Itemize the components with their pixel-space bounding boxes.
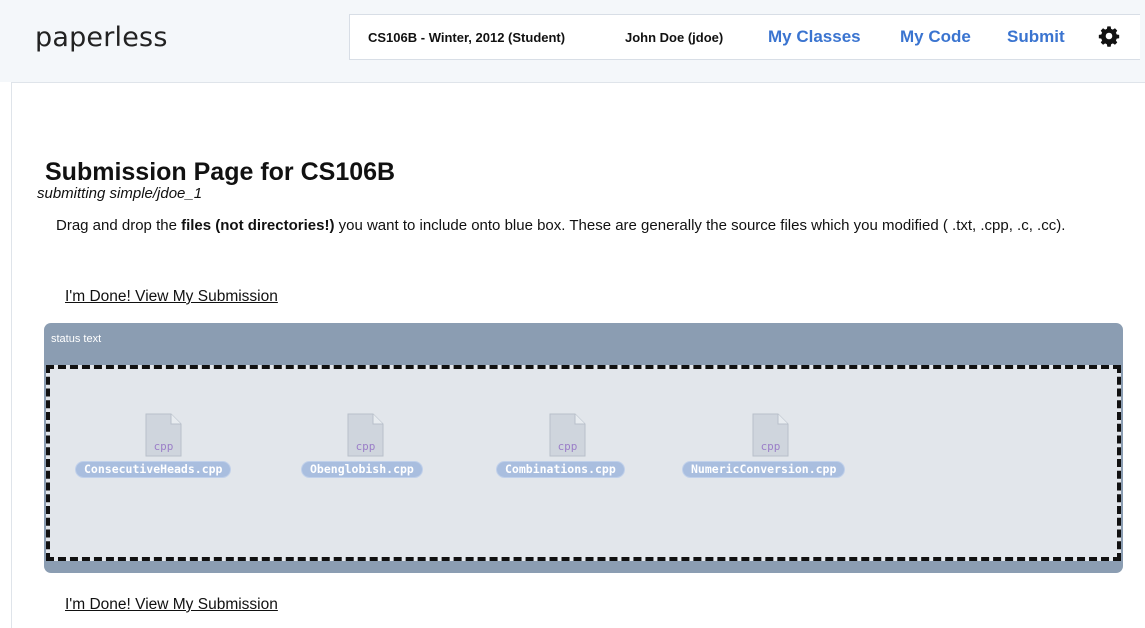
- file-drop-zone[interactable]: cpp ConsecutiveHeads.cpp cpp Obenglobish…: [46, 365, 1121, 561]
- file-name-pill: NumericConversion.cpp: [682, 461, 846, 478]
- page-title: Submission Page for CS106B: [45, 158, 396, 186]
- cpp-file-icon: cpp: [347, 413, 384, 457]
- status-text: status text: [51, 333, 102, 345]
- file-name-pill: ConsecutiveHeads.cpp: [75, 461, 232, 478]
- nav-submit[interactable]: Submit: [1007, 27, 1065, 47]
- instructions-after: you want to include onto blue box. These…: [334, 217, 1066, 234]
- file-ext-label: cpp: [356, 440, 376, 453]
- done-link-top[interactable]: I'm Done! View My Submission: [65, 288, 278, 306]
- app-logo[interactable]: paperless: [35, 22, 168, 53]
- instructions: Drag and drop the files (not directories…: [56, 216, 1106, 236]
- course-selector[interactable]: CS106B - Winter, 2012 (Student): [368, 30, 565, 45]
- file-ext-label: cpp: [154, 440, 174, 453]
- nav-my-classes[interactable]: My Classes: [768, 27, 861, 47]
- nav-bar: CS106B - Winter, 2012 (Student) John Doe…: [349, 14, 1140, 60]
- done-link-bottom[interactable]: I'm Done! View My Submission: [65, 596, 278, 614]
- instructions-bold: files (not directories!): [181, 217, 335, 234]
- instructions-before: Drag and drop the: [56, 217, 182, 234]
- file-name-pill: Combinations.cpp: [496, 461, 625, 478]
- file-name-pill: Obenglobish.cpp: [301, 461, 423, 478]
- cpp-file-icon: cpp: [752, 413, 789, 457]
- file-item-combinations[interactable]: cpp Combinations.cpp: [496, 407, 696, 478]
- cpp-file-icon: cpp: [549, 413, 586, 457]
- drop-panel: status text cpp ConsecutiveHeads.cpp cpp…: [44, 323, 1123, 573]
- gear-icon[interactable]: [1098, 25, 1120, 47]
- nav-my-code[interactable]: My Code: [900, 27, 971, 47]
- submission-subtitle: submitting simple/jdoe_1: [37, 185, 203, 202]
- file-item-consecutiveheads[interactable]: cpp ConsecutiveHeads.cpp: [75, 407, 275, 478]
- file-ext-label: cpp: [558, 440, 578, 453]
- file-ext-label: cpp: [761, 440, 781, 453]
- user-name[interactable]: John Doe (jdoe): [625, 30, 723, 45]
- cpp-file-icon: cpp: [145, 413, 182, 457]
- file-item-numericconversion[interactable]: cpp NumericConversion.cpp: [682, 407, 882, 478]
- file-item-obenglobish[interactable]: cpp Obenglobish.cpp: [301, 407, 501, 478]
- top-bar: paperless CS106B - Winter, 2012 (Student…: [0, 0, 1145, 82]
